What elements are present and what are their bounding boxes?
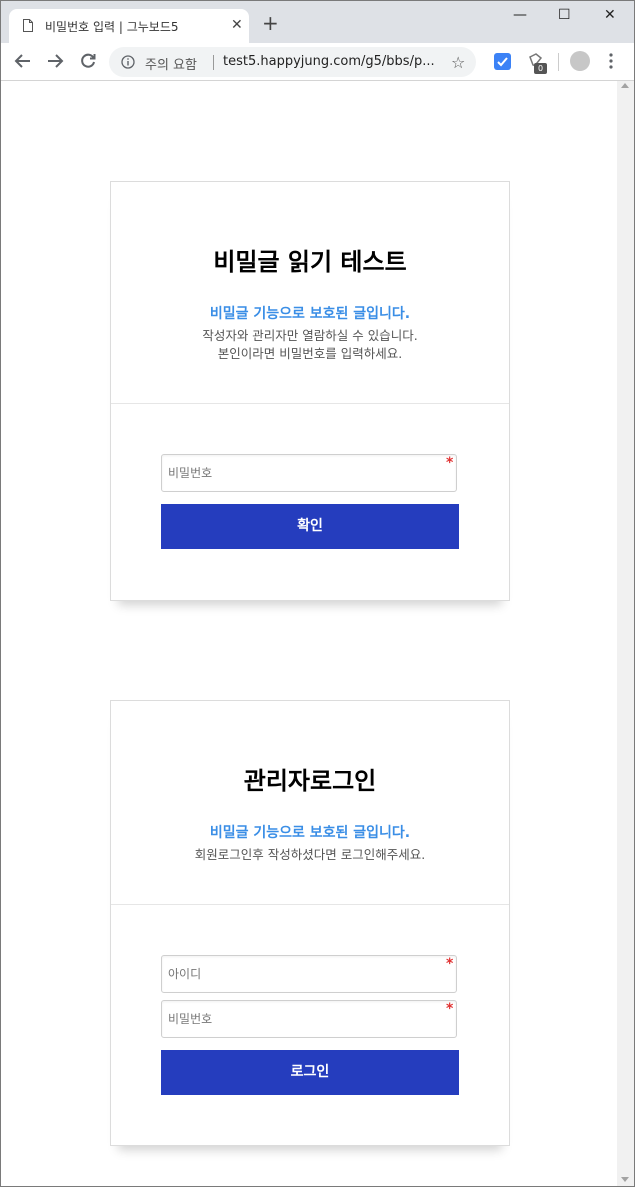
vertical-scrollbar[interactable] [617,81,634,1186]
url-text[interactable]: test5.happyjung.com/g5/bbs/p... [223,54,435,69]
close-window-button[interactable]: ✕ [604,7,616,23]
back-arrow-icon[interactable] [14,52,32,70]
page-viewport: 비밀글 읽기 테스트 비밀글 기능으로 보호된 글입니다. 작성자와 관리자만 … [1,81,634,1186]
login-password-field[interactable] [161,1000,457,1038]
secret-card-desc-2: 본인이라면 비밀번호를 입력하세요. [217,346,403,361]
extension-badge: 0 [534,63,547,74]
browser-tab[interactable]: 비밀번호 입력 | 그누보드5 ✕ [9,9,249,43]
admin-login-card: 관리자로그인 비밀글 기능으로 보호된 글입니다. 회원로그인후 작성하셨다면 … [110,700,510,1146]
secret-post-card: 비밀글 읽기 테스트 비밀글 기능으로 보호된 글입니다. 작성자와 관리자만 … [110,181,510,601]
browser-toolbar: 주의 요함 test5.happyjung.com/g5/bbs/p... ☆ … [1,43,634,81]
required-mark: * [446,455,454,471]
reload-icon[interactable] [79,52,97,70]
document-icon [23,19,33,32]
secret-card-subtitle: 비밀글 기능으로 보호된 글입니다. [209,306,411,322]
profile-avatar-icon[interactable] [570,51,590,71]
address-bar[interactable]: 주의 요함 test5.happyjung.com/g5/bbs/p... ☆ [109,47,476,77]
scroll-up-arrow-icon[interactable] [621,83,629,88]
new-tab-button[interactable]: + [262,13,279,33]
info-icon[interactable] [121,55,135,69]
menu-dots-icon[interactable] [609,52,613,70]
scroll-down-arrow-icon[interactable] [621,1177,629,1182]
browser-window: 비밀번호 입력 | 그누보드5 ✕ + — ☐ ✕ 주의 요함 test5.ha… [0,0,635,1187]
tab-close-icon[interactable]: ✕ [231,17,243,33]
confirm-button[interactable]: 확인 [161,504,459,549]
omnibox-separator [213,55,214,70]
login-card-subtitle: 비밀글 기능으로 보호된 글입니다. [209,825,411,841]
title-bar: 비밀번호 입력 | 그누보드5 ✕ + — ☐ ✕ [1,1,634,43]
extension-check-icon[interactable] [494,53,511,70]
tab-title: 비밀번호 입력 | 그누보드5 [45,20,179,34]
bookmark-star-icon[interactable]: ☆ [451,53,465,72]
required-mark: * [446,956,454,972]
login-card-desc: 회원로그인후 작성하셨다면 로그인해주세요. [194,847,426,862]
forward-arrow-icon[interactable] [46,52,64,70]
toolbar-separator [558,53,559,71]
secret-card-title: 비밀글 읽기 테스트 [213,248,407,276]
user-id-field[interactable] [161,955,457,993]
login-card-header: 관리자로그인 비밀글 기능으로 보호된 글입니다. 회원로그인후 작성하셨다면 … [111,701,509,905]
minimize-button[interactable]: — [513,7,527,23]
secret-card-desc-1: 작성자와 관리자만 열람하실 수 있습니다. [202,328,418,343]
login-button[interactable]: 로그인 [161,1050,459,1095]
maximize-button[interactable]: ☐ [558,7,571,23]
required-mark: * [446,1001,454,1017]
password-field[interactable] [161,454,457,492]
login-card-title: 관리자로그인 [243,767,377,795]
security-warning[interactable]: 주의 요함 [145,54,197,73]
secret-card-header: 비밀글 읽기 테스트 비밀글 기능으로 보호된 글입니다. 작성자와 관리자만 … [111,182,509,404]
